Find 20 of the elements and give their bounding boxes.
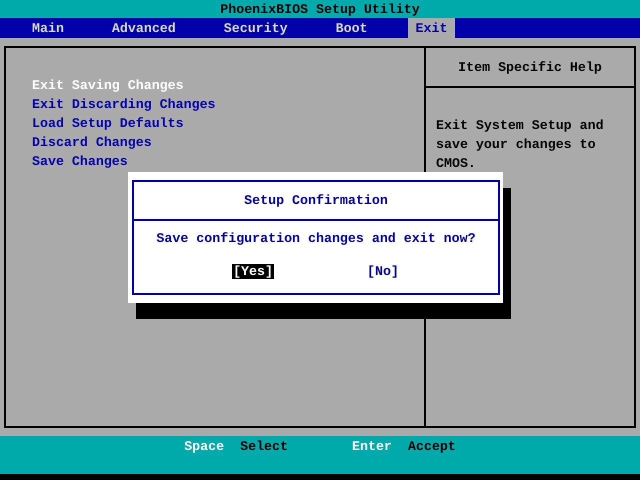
- dialog-button[interactable]: [Yes]: [232, 264, 274, 279]
- menu-option[interactable]: Save Changes: [32, 152, 424, 171]
- dialog-title: Setup Confirmation: [244, 193, 388, 208]
- key-name: Enter: [352, 439, 392, 456]
- key-action: Select: [240, 439, 288, 456]
- menu-option[interactable]: Discard Changes: [32, 133, 424, 152]
- menu-tab[interactable]: Main: [24, 18, 72, 38]
- menu-tab[interactable]: Security: [216, 18, 296, 38]
- menu-tab[interactable]: Exit: [408, 18, 456, 38]
- dialog-button[interactable]: [No]: [366, 264, 400, 279]
- menu-tab[interactable]: Boot: [328, 18, 376, 38]
- help-text: Exit System Setup and save your changes to CMOS.: [435, 117, 605, 173]
- dialog-message: Save configuration changes and exit now?: [156, 231, 476, 246]
- window-title: PhoenixBIOS Setup Utility: [220, 2, 420, 16]
- help-title: Item Specific Help: [458, 60, 602, 74]
- menu-option[interactable]: Load Setup Defaults: [32, 114, 424, 133]
- key-name: Space: [184, 439, 224, 456]
- key-action: Accept: [408, 439, 456, 456]
- menu-tab[interactable]: Advanced: [104, 18, 184, 38]
- menu-option[interactable]: Exit Discarding Changes: [32, 95, 424, 114]
